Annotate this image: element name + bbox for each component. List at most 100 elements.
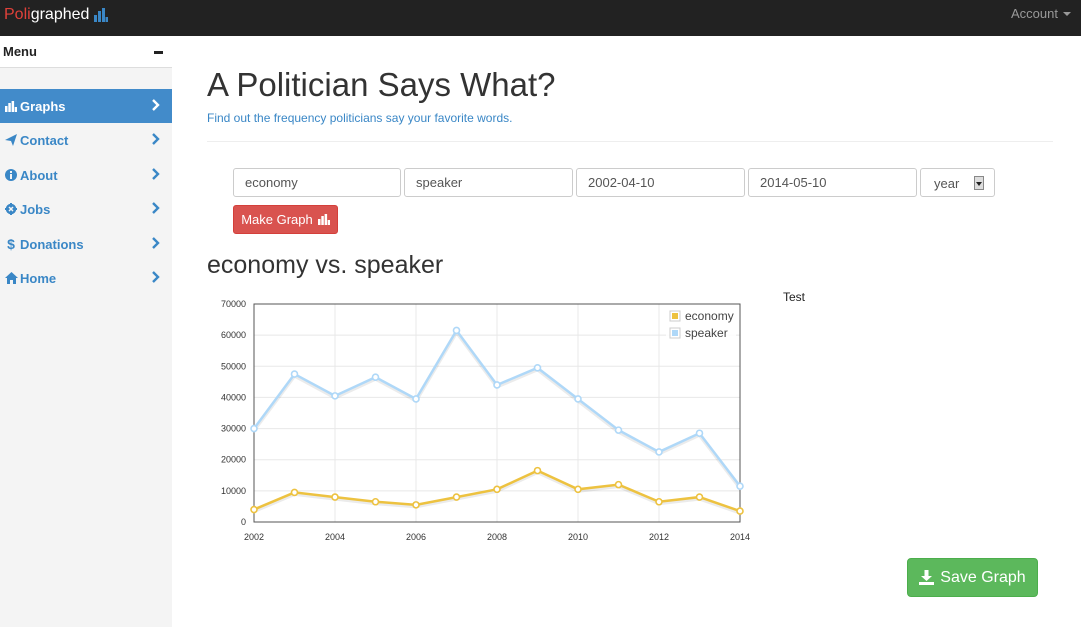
legend-swatch	[672, 313, 678, 319]
speaker-data-point	[493, 381, 501, 389]
home-icon	[4, 271, 18, 285]
bar-chart-icon	[4, 99, 18, 113]
account-label: Account	[1011, 6, 1058, 21]
x-tick-label: 2008	[487, 532, 507, 542]
economy-data-point	[371, 497, 380, 506]
speaker-data-point	[655, 448, 663, 456]
sidebar-item-graphs[interactable]: Graphs	[0, 89, 172, 123]
economy-data-point	[655, 497, 663, 506]
sidebar-item-home[interactable]: Home	[0, 261, 172, 295]
sidebar-item-about[interactable]: About	[0, 158, 172, 192]
speaker-data-point	[290, 370, 299, 378]
download-icon	[919, 570, 935, 585]
save-graph-label: Save Graph	[940, 568, 1026, 586]
paper-plane-icon	[4, 133, 18, 147]
chevron-right-icon	[152, 271, 160, 283]
x-tick-label: 2012	[649, 532, 669, 542]
chevron-right-icon	[152, 168, 160, 180]
y-tick-label: 60000	[221, 330, 246, 340]
x-tick-label: 2002	[244, 532, 264, 542]
speaker-data-point	[533, 364, 542, 372]
make-graph-label: Make Graph	[241, 212, 313, 227]
divider	[207, 141, 1053, 142]
y-tick-label: 30000	[221, 424, 246, 434]
speaker-data-point	[736, 482, 744, 490]
info-circle-icon	[4, 168, 18, 182]
page-title: A Politician Says What?	[207, 66, 556, 103]
chevron-right-icon	[152, 99, 160, 111]
y-tick-label: 70000	[221, 299, 246, 309]
sidebar: Menu Graphs Contact About Jobs $ Donatio…	[0, 36, 172, 627]
economy-data-point	[412, 501, 420, 509]
sidebar-item-label: Contact	[20, 132, 69, 148]
economy-data-point	[493, 485, 501, 494]
chevron-right-icon	[152, 237, 160, 249]
word1-input[interactable]	[233, 168, 401, 197]
caret-down-icon	[1063, 11, 1071, 16]
start-date-input[interactable]	[576, 168, 745, 197]
select-arrow-icon	[974, 176, 984, 190]
legend-label: economy	[685, 309, 734, 323]
speaker-data-point	[452, 326, 461, 335]
test-label: Test	[783, 290, 806, 304]
chevron-right-icon	[152, 133, 160, 145]
economy-data-point	[533, 466, 542, 475]
speaker-data-point	[574, 395, 582, 403]
speaker-data-point	[695, 429, 704, 438]
page-subtitle: Find out the frequency politicians say y…	[207, 111, 513, 125]
economy-data-point	[614, 480, 623, 489]
sidebar-item-contact[interactable]: Contact	[0, 123, 172, 157]
menu-title: Menu	[3, 44, 37, 59]
dollar-icon: $	[7, 236, 15, 252]
legend-swatch	[672, 330, 678, 336]
speaker-data-point	[250, 424, 258, 433]
x-tick-label: 2014	[730, 532, 750, 542]
y-tick-label: 20000	[221, 455, 246, 465]
brand-name-part2: graphed	[30, 6, 90, 23]
line-chart: 0 10000 20000 30000 40000 50000 60000 70000 2002…	[221, 299, 750, 542]
legend-label: speaker	[685, 326, 728, 340]
word2-input[interactable]	[404, 168, 573, 197]
economy-data-point	[695, 493, 704, 501]
bar-chart-icon	[94, 8, 109, 22]
sidebar-item-label: Home	[20, 270, 57, 286]
economy-data-point	[452, 493, 461, 501]
bar-chart-icon	[317, 214, 330, 225]
economy-data-point	[290, 488, 299, 497]
speaker-data-point	[412, 395, 420, 403]
gear-icon	[4, 202, 18, 216]
collapse-minus-icon[interactable]	[154, 51, 163, 54]
sidebar-item-label: Graphs	[20, 98, 66, 114]
speaker-data-point	[614, 426, 623, 434]
speaker-data-point	[331, 392, 339, 400]
menu-header[interactable]: Menu	[0, 36, 172, 68]
chevron-right-icon	[152, 202, 160, 214]
sidebar-item-label: Donations	[20, 236, 84, 252]
graph-title: economy vs. speaker	[207, 251, 444, 279]
economy-data-point	[574, 485, 582, 494]
make-graph-button[interactable]: Make Graph	[233, 205, 338, 234]
y-tick-label: 10000	[221, 486, 246, 496]
economy-data-point	[250, 505, 258, 514]
x-tick-label: 2010	[568, 532, 588, 542]
brand-logo[interactable]: Poli graphed	[4, 5, 109, 25]
end-date-input[interactable]	[748, 168, 917, 197]
account-dropdown[interactable]: Account	[1011, 6, 1071, 21]
sidebar-item-label: Jobs	[20, 201, 51, 217]
x-tick-label: 2004	[325, 532, 345, 542]
economy-data-point	[331, 493, 339, 501]
brand-name-part1: Poli	[4, 6, 31, 23]
y-tick-label: 50000	[221, 361, 246, 371]
sidebar-item-label: About	[20, 167, 58, 183]
top-navbar: Poli graphed Account	[0, 0, 1081, 36]
x-tick-label: 2006	[406, 532, 426, 542]
economy-data-point	[736, 507, 744, 515]
granularity-value: year	[934, 176, 960, 191]
sidebar-item-donations[interactable]: $ Donations	[0, 227, 172, 261]
speaker-data-point	[371, 373, 380, 381]
sidebar-item-jobs[interactable]: Jobs	[0, 192, 172, 226]
y-tick-label: 0	[241, 517, 246, 527]
y-tick-label: 40000	[221, 392, 246, 402]
granularity-select[interactable]: year	[920, 168, 995, 197]
save-graph-button[interactable]: Save Graph	[907, 558, 1038, 597]
